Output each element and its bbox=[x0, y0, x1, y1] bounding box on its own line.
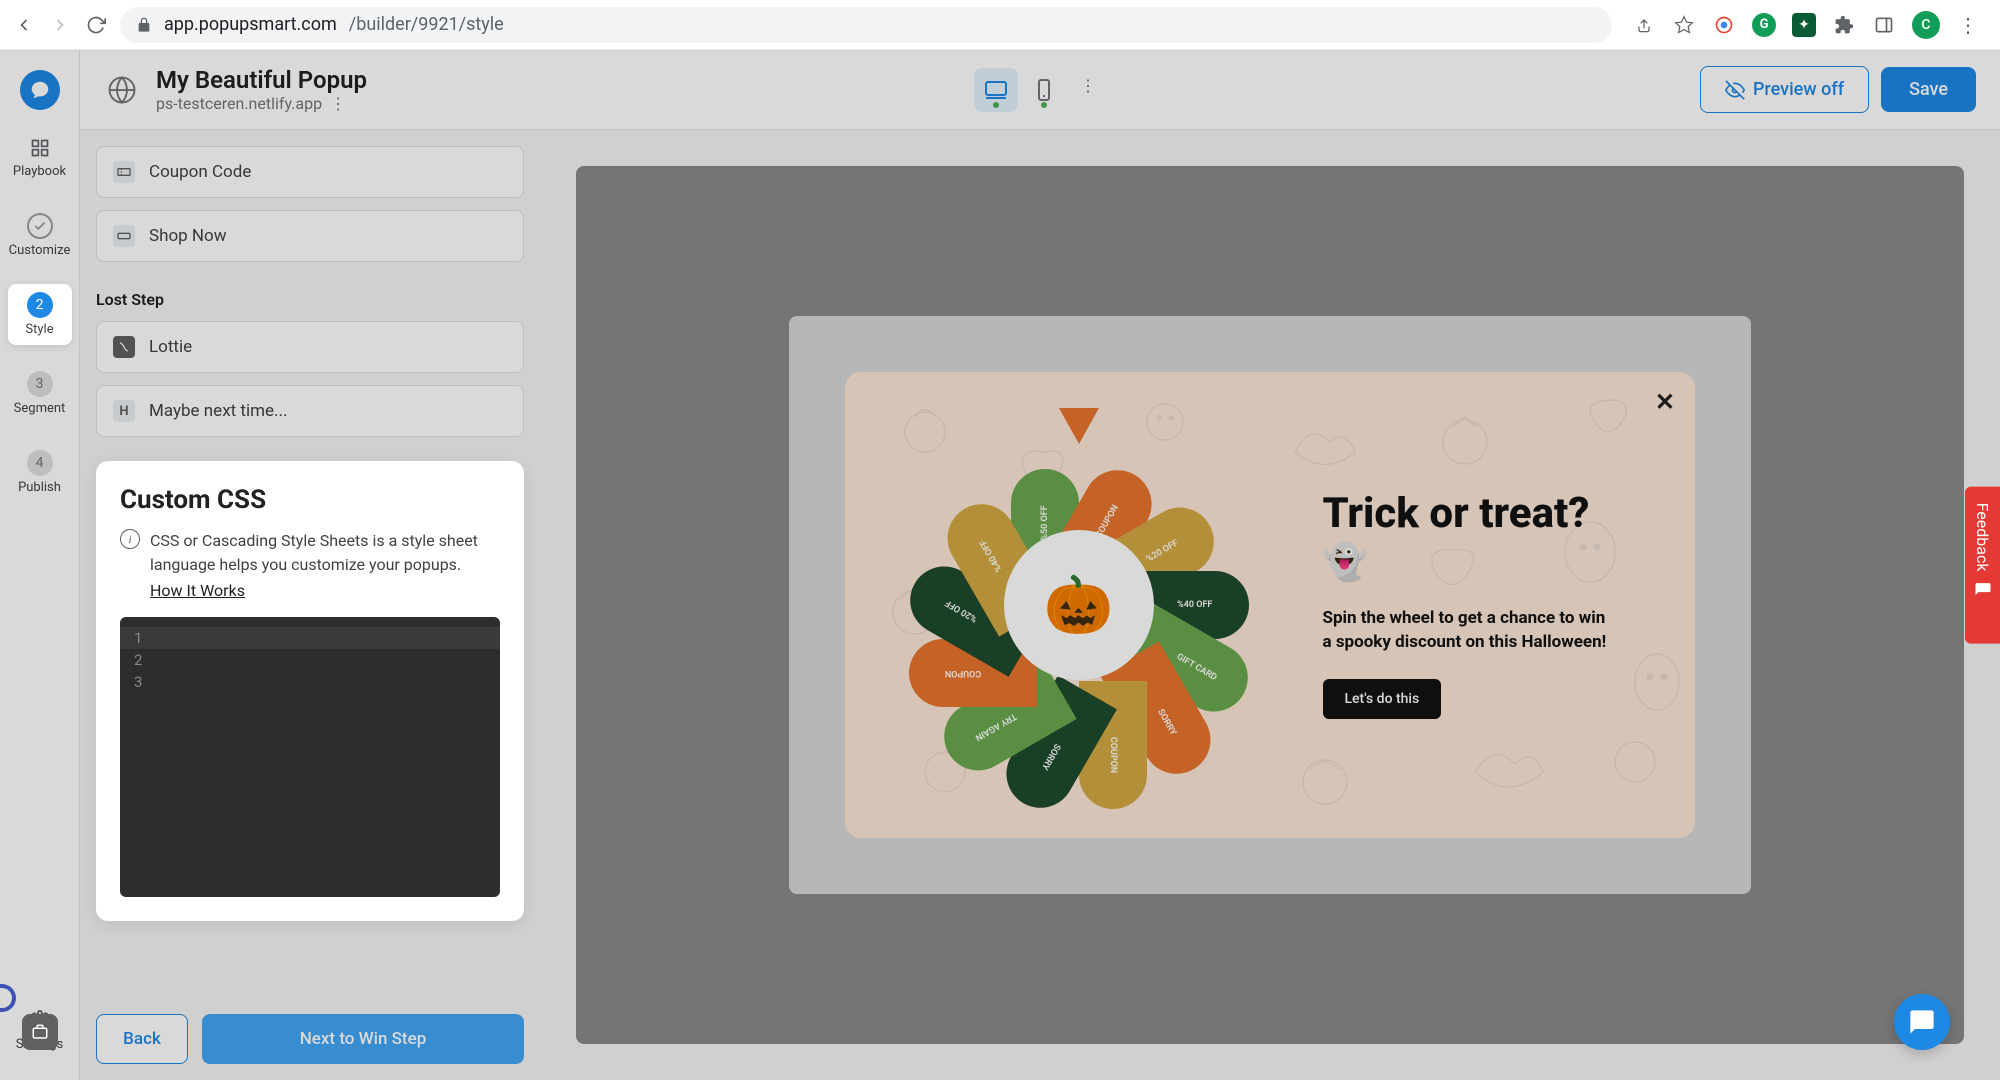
back-icon[interactable] bbox=[12, 13, 36, 37]
rail-customize[interactable]: Customize bbox=[8, 205, 72, 266]
chat-icon bbox=[1974, 581, 1992, 599]
element-maybe-next-time[interactable]: H Maybe next time... bbox=[96, 385, 524, 437]
rail-publish[interactable]: 4 Publish bbox=[8, 442, 72, 503]
close-icon[interactable]: ✕ bbox=[1655, 388, 1675, 416]
popup-domain: ps-testceren.netlify.app bbox=[156, 94, 322, 113]
rail-label: Style bbox=[25, 322, 53, 337]
canvas-area: ✕ %50 OFFCOUPON%20 OFF%40 OFFGIFT CARDSO… bbox=[540, 130, 2000, 1080]
extension-icon-1[interactable] bbox=[1712, 13, 1736, 37]
device-more-icon[interactable]: ⋮ bbox=[1070, 68, 1106, 104]
left-rail: Playbook Customize 2 Style 3 Segment 4 P… bbox=[0, 50, 80, 1080]
intercom-launcher[interactable] bbox=[1894, 994, 1950, 1050]
rail-style[interactable]: 2 Style bbox=[8, 284, 72, 345]
heading-icon: H bbox=[113, 400, 135, 422]
briefcase-button[interactable] bbox=[22, 1014, 58, 1050]
how-it-works-link[interactable]: How It Works bbox=[150, 579, 500, 603]
step-badge: 4 bbox=[27, 450, 53, 476]
wheel-pointer-icon bbox=[1059, 408, 1099, 444]
element-shop-now[interactable]: Shop Now bbox=[96, 210, 524, 262]
grid-icon bbox=[28, 136, 52, 160]
custom-css-info: CSS or Cascading Style Sheets is a style… bbox=[150, 531, 478, 574]
popup-description: Spin the wheel to get a chance to win a … bbox=[1323, 607, 1613, 655]
sidepanel-icon[interactable] bbox=[1872, 13, 1896, 37]
url-host: app.popupsmart.com bbox=[164, 14, 337, 35]
rail-label: Customize bbox=[9, 243, 71, 258]
browser-toolbar: app.popupsmart.com/builder/9921/style G … bbox=[0, 0, 2000, 50]
popup-title: My Beautiful Popup bbox=[156, 66, 367, 94]
rail-label: Segment bbox=[14, 401, 66, 416]
lock-icon bbox=[136, 17, 152, 33]
reload-icon[interactable] bbox=[84, 13, 108, 37]
profile-avatar[interactable]: C bbox=[1912, 11, 1940, 39]
globe-icon bbox=[104, 72, 140, 108]
step-badge: 2 bbox=[27, 292, 53, 318]
lost-step-label: Lost Step bbox=[96, 290, 524, 309]
feedback-tab[interactable]: Feedback bbox=[1965, 487, 2000, 644]
ghost-emoji: 👻 bbox=[1323, 541, 1656, 583]
lets-do-this-button[interactable]: Let's do this bbox=[1323, 679, 1442, 719]
app-logo[interactable] bbox=[20, 70, 60, 110]
rail-segment[interactable]: 3 Segment bbox=[8, 363, 72, 424]
popup-preview: ✕ %50 OFFCOUPON%20 OFF%40 OFFGIFT CARDSO… bbox=[845, 372, 1695, 838]
spin-wheel[interactable]: %50 OFFCOUPON%20 OFF%40 OFFGIFT CARDSORR… bbox=[904, 430, 1254, 780]
ticket-icon bbox=[113, 161, 135, 183]
extensions-icon[interactable] bbox=[1832, 13, 1856, 37]
share-icon[interactable] bbox=[1632, 13, 1656, 37]
extension-icon-2[interactable]: G bbox=[1752, 13, 1776, 37]
lottie-icon bbox=[113, 336, 135, 358]
desktop-device-button[interactable] bbox=[974, 68, 1018, 112]
style-sidebar: Coupon Code Shop Now Lost Step Lottie H … bbox=[80, 130, 540, 1080]
rail-playbook[interactable]: Playbook bbox=[8, 128, 72, 187]
top-bar: My Beautiful Popup ps-testceren.netlify.… bbox=[80, 50, 2000, 130]
element-lottie[interactable]: Lottie bbox=[96, 321, 524, 373]
more-icon[interactable]: ⋮ bbox=[330, 94, 346, 113]
next-button[interactable]: Next to Win Step bbox=[202, 1014, 524, 1064]
address-bar[interactable]: app.popupsmart.com/builder/9921/style bbox=[120, 7, 1612, 43]
back-button[interactable]: Back bbox=[96, 1014, 188, 1064]
save-button[interactable]: Save bbox=[1881, 67, 1976, 112]
rail-label: Publish bbox=[18, 480, 61, 495]
step-badge: 3 bbox=[27, 371, 53, 397]
star-icon[interactable] bbox=[1672, 13, 1696, 37]
mobile-device-button[interactable] bbox=[1022, 68, 1066, 112]
rail-label: Playbook bbox=[13, 164, 66, 179]
custom-css-panel: Custom CSS i CSS or Cascading Style Shee… bbox=[96, 461, 524, 921]
custom-css-title: Custom CSS bbox=[120, 485, 500, 515]
extension-icon-3[interactable]: ✦ bbox=[1792, 13, 1816, 37]
url-path: /builder/9921/style bbox=[349, 14, 504, 35]
css-code-editor[interactable]: 1 2 3 bbox=[120, 617, 500, 897]
popup-headline: Trick or treat? bbox=[1323, 491, 1656, 537]
chrome-menu-icon[interactable]: ⋮ bbox=[1956, 13, 1980, 37]
check-icon bbox=[27, 213, 53, 239]
button-icon bbox=[113, 225, 135, 247]
wheel-center: 🎃 bbox=[1004, 530, 1154, 680]
forward-icon[interactable] bbox=[48, 13, 72, 37]
preview-button[interactable]: Preview off bbox=[1700, 66, 1869, 113]
info-icon: i bbox=[120, 529, 140, 549]
element-coupon-code[interactable]: Coupon Code bbox=[96, 146, 524, 198]
preview-canvas: ✕ %50 OFFCOUPON%20 OFF%40 OFFGIFT CARDSO… bbox=[576, 166, 1964, 1044]
